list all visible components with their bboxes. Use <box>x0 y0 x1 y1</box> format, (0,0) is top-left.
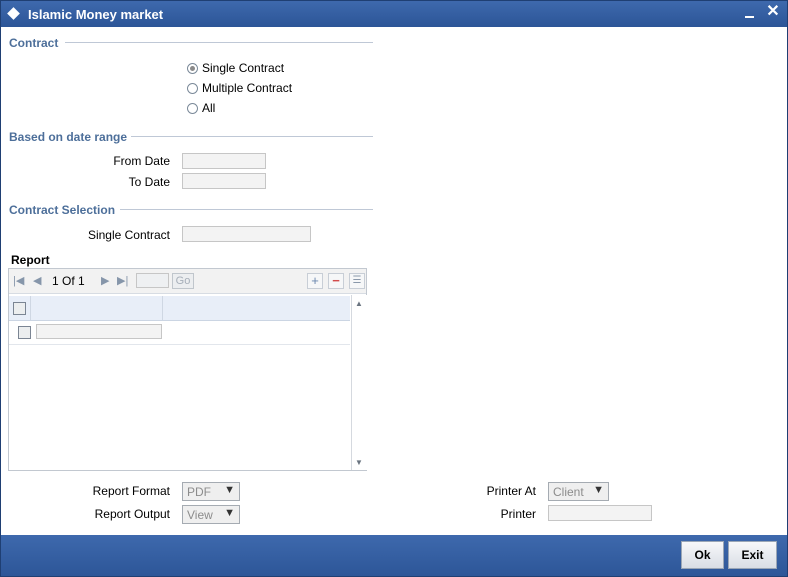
report-format-select[interactable]: PDF ▼ <box>182 482 240 501</box>
from-date-label: From Date <box>113 154 170 168</box>
report-grid: |◀ ◀ 1 Of 1 ▶ ▶| Go + − ☰ ▲ ▼ <box>8 268 367 471</box>
ok-button[interactable]: Ok <box>681 541 724 569</box>
multiple-contract-radio[interactable] <box>187 83 198 94</box>
report-output-value: View <box>187 508 213 522</box>
printer-at-select[interactable]: Client ▼ <box>548 482 609 501</box>
total-pages: 1 <box>78 274 85 288</box>
add-row-icon[interactable]: + <box>307 273 323 289</box>
single-contract-label: Single Contract <box>87 228 170 242</box>
scroll-down-icon[interactable]: ▼ <box>355 458 363 467</box>
exit-button[interactable]: Exit <box>728 541 777 569</box>
printer-label: Printer <box>500 507 536 521</box>
app-diamond-icon <box>7 7 20 20</box>
contract-section-divider <box>65 42 373 43</box>
printer-at-value: Client <box>553 485 584 499</box>
single-contract-radio-label: Single Contract <box>202 61 285 75</box>
to-date-label: To Date <box>128 175 170 189</box>
page-indicator: 1 Of 1 <box>52 274 85 288</box>
column-divider <box>30 296 31 320</box>
close-icon[interactable]: ✕ <box>765 3 781 21</box>
all-contract-radio-label: All <box>202 101 216 115</box>
grid-header-row <box>9 296 350 321</box>
to-date-field[interactable] <box>182 173 266 189</box>
grid-toolbar: |◀ ◀ 1 Of 1 ▶ ▶| Go + − ☰ <box>9 269 366 294</box>
select-all-checkbox[interactable] <box>13 302 26 315</box>
last-page-icon[interactable]: ▶| <box>117 274 128 287</box>
multiple-contract-radio-label: Multiple Contract <box>202 81 293 95</box>
title-bar: Islamic Money market ✕ <box>1 1 787 27</box>
table-row <box>9 321 350 345</box>
date-range-section-divider <box>131 136 373 137</box>
chevron-down-icon: ▼ <box>224 507 235 519</box>
scroll-up-icon[interactable]: ▲ <box>355 299 363 308</box>
printer-field[interactable] <box>548 505 652 521</box>
page-of-label: Of <box>62 274 75 288</box>
contract-selection-section-divider <box>120 209 373 210</box>
chevron-down-icon: ▼ <box>593 484 604 496</box>
go-button[interactable]: Go <box>172 273 194 289</box>
window-title: Islamic Money market <box>28 7 164 22</box>
next-page-icon[interactable]: ▶ <box>101 274 109 287</box>
all-contract-radio[interactable] <box>187 103 198 114</box>
date-range-section-title: Based on date range <box>9 130 128 144</box>
report-format-value: PDF <box>187 485 211 499</box>
grid-scrollbar[interactable]: ▲ ▼ <box>351 295 367 470</box>
dialog-window: Islamic Money market ✕ Contract Single C… <box>0 0 788 577</box>
contract-selection-section-title: Contract Selection <box>9 203 116 217</box>
first-page-icon[interactable]: |◀ <box>13 274 24 287</box>
delete-row-icon[interactable]: − <box>328 273 344 289</box>
report-output-select[interactable]: View ▼ <box>182 505 240 524</box>
column-divider <box>162 296 163 320</box>
chevron-down-icon: ▼ <box>224 484 235 496</box>
from-date-field[interactable] <box>182 153 266 169</box>
row-cell-input[interactable] <box>36 324 162 339</box>
printer-at-label: Printer At <box>486 484 536 498</box>
view-list-icon[interactable]: ☰ <box>349 273 365 289</box>
report-output-label: Report Output <box>94 507 170 521</box>
report-label: Report <box>11 253 50 267</box>
previous-page-icon[interactable]: ◀ <box>33 274 41 287</box>
current-page: 1 <box>52 274 59 288</box>
row-checkbox[interactable] <box>18 326 31 339</box>
contract-section-title: Contract <box>9 36 59 50</box>
report-format-label: Report Format <box>92 484 170 498</box>
footer-bar <box>1 535 787 576</box>
single-contract-field[interactable] <box>182 226 311 242</box>
single-contract-radio[interactable] <box>187 63 198 74</box>
minimize-icon[interactable] <box>745 16 754 18</box>
page-number-input[interactable] <box>136 273 169 288</box>
